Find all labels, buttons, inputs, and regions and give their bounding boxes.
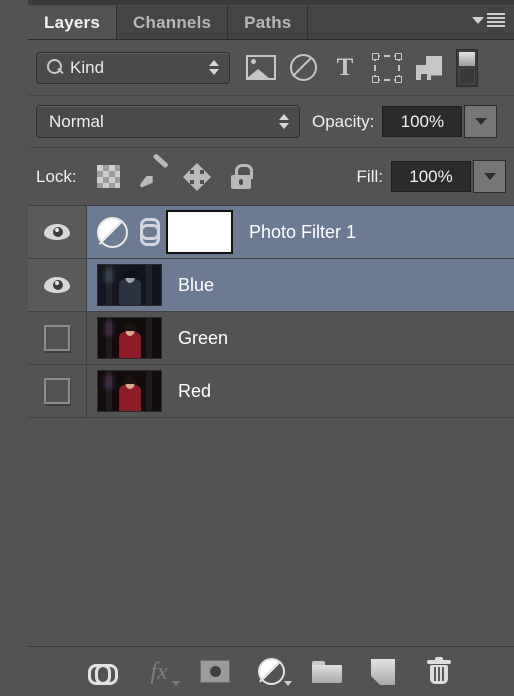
fill-input[interactable]: 100%: [391, 161, 471, 192]
lock-transparent-pixels-icon[interactable]: [87, 160, 131, 194]
table-row[interactable]: Blue: [28, 259, 514, 312]
fill-label: Fill:: [356, 166, 383, 186]
dock-left-margin: [0, 0, 29, 696]
photoshop-layers-panel-screen: Layers Channels Paths Kind T Normal Opac…: [0, 0, 514, 696]
layer-thumbnails: [87, 264, 162, 306]
layer-filter-row: Kind T: [28, 40, 514, 96]
table-row[interactable]: Green: [28, 312, 514, 365]
layer-list[interactable]: Photo Filter 1 Blue Green Red: [28, 206, 514, 646]
lock-row: Lock: Fill: 100%: [28, 148, 514, 206]
blend-mode-row: Normal Opacity: 100%: [28, 96, 514, 148]
chevron-down-icon: [474, 118, 487, 125]
filter-adjustment-layers-icon[interactable]: [282, 51, 324, 85]
panel-tab-bar: Layers Channels Paths: [28, 0, 514, 40]
layers-panel: Layers Channels Paths Kind T Normal Opac…: [28, 0, 514, 696]
eye-off-icon: [44, 325, 70, 351]
eye-icon: [44, 277, 70, 293]
tab-paths[interactable]: Paths: [228, 5, 309, 39]
filter-type-icons: T: [240, 51, 450, 85]
opacity-label: Opacity:: [312, 111, 375, 131]
mask-link-icon[interactable]: [138, 218, 160, 246]
layer-name[interactable]: Photo Filter 1: [249, 222, 356, 243]
magnifier-icon: [47, 59, 64, 76]
new-adjustment-layer-icon[interactable]: [248, 655, 294, 689]
layer-mask-thumbnail[interactable]: [166, 210, 233, 254]
lock-position-icon[interactable]: [175, 160, 219, 194]
lock-all-icon[interactable]: [219, 160, 263, 194]
opacity-dropdown-button[interactable]: [464, 105, 498, 138]
add-layer-mask-icon[interactable]: [192, 655, 238, 689]
fill-value: 100%: [409, 166, 453, 186]
table-row[interactable]: Photo Filter 1: [28, 206, 514, 259]
tab-channels[interactable]: Channels: [117, 5, 229, 39]
new-layer-icon[interactable]: [360, 655, 406, 689]
layer-visibility-toggle[interactable]: [28, 365, 87, 417]
layers-panel-toolbar: fx: [28, 646, 514, 696]
filter-type-layers-icon[interactable]: T: [324, 51, 366, 85]
layer-name[interactable]: Red: [178, 381, 211, 402]
blend-mode-select[interactable]: Normal: [36, 105, 300, 138]
layer-thumbnails: [87, 317, 162, 359]
delete-layer-icon[interactable]: [416, 655, 462, 689]
layer-name[interactable]: Blue: [178, 275, 214, 296]
layer-thumbnails: [87, 210, 233, 254]
layer-visibility-toggle[interactable]: [28, 312, 87, 364]
filter-shape-layers-icon[interactable]: [366, 51, 408, 85]
tab-layers[interactable]: Layers: [28, 5, 118, 39]
filter-enable-toggle[interactable]: [456, 48, 478, 87]
lock-label: Lock:: [36, 166, 77, 186]
layer-visibility-toggle[interactable]: [28, 206, 87, 258]
panel-menu-icon[interactable]: [472, 10, 506, 30]
fill-dropdown-button[interactable]: [473, 160, 506, 193]
updown-stepper-icon[interactable]: [209, 60, 219, 75]
blend-mode-stepper-icon[interactable]: [279, 114, 289, 129]
adjustment-thumbnail[interactable]: [97, 216, 128, 248]
blend-mode-value: Normal: [49, 111, 104, 131]
filter-kind-select[interactable]: Kind: [36, 51, 230, 84]
filter-smart-objects-icon[interactable]: [408, 51, 450, 85]
chevron-down-icon: [483, 173, 496, 180]
link-layers-icon[interactable]: [80, 655, 126, 689]
lock-image-pixels-icon[interactable]: [131, 152, 175, 194]
new-group-icon[interactable]: [304, 655, 350, 689]
filter-pixel-layers-icon[interactable]: [240, 51, 282, 85]
layer-thumbnail[interactable]: [97, 370, 162, 412]
eye-icon: [44, 224, 70, 240]
chevron-down-icon: [472, 16, 484, 24]
hamburger-icon: [487, 13, 505, 27]
layer-style-fx-icon[interactable]: fx: [136, 655, 182, 689]
opacity-input[interactable]: 100%: [382, 106, 463, 137]
layer-thumbnail[interactable]: [97, 264, 162, 306]
table-row[interactable]: Red: [28, 365, 514, 418]
layer-visibility-toggle[interactable]: [28, 259, 87, 311]
layer-name[interactable]: Green: [178, 328, 228, 349]
layer-thumbnails: [87, 370, 162, 412]
layer-thumbnail[interactable]: [97, 317, 162, 359]
filter-kind-value: Kind: [70, 57, 105, 77]
eye-off-icon: [44, 378, 70, 404]
opacity-value: 100%: [400, 111, 445, 131]
